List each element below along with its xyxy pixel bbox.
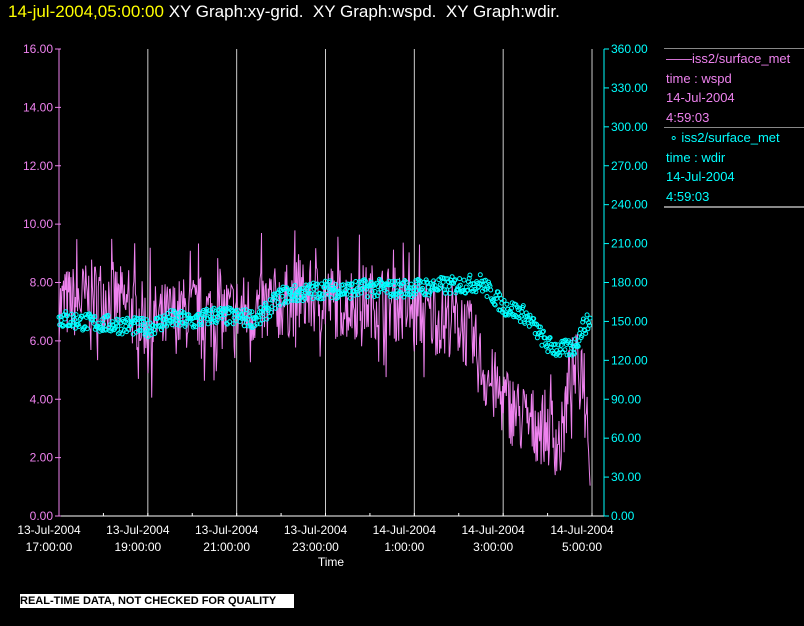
legend-divider xyxy=(664,206,804,208)
y-right-tick-label: 360.00 xyxy=(611,42,648,56)
wdir-point xyxy=(534,335,540,341)
wdir-point xyxy=(504,301,510,307)
legend-variable: time : wdir xyxy=(666,149,726,165)
wdir-point xyxy=(545,349,551,355)
x-axis-label: Time xyxy=(318,555,345,569)
x-tick-time: 23:00:00 xyxy=(292,540,339,554)
legend: ——iss2/surface_met time : wspd 14-Jul-20… xyxy=(664,48,804,208)
x-tick-date: 13-Jul-2004 xyxy=(195,523,259,537)
y-left-tick-label: 0.00 xyxy=(30,509,54,523)
y-right-tick-label: 120.00 xyxy=(611,353,648,367)
y-left-tick-label: 4.00 xyxy=(30,392,54,406)
y-right-tick-label: 270.00 xyxy=(611,159,648,173)
y-left-tick-label: 2.00 xyxy=(30,451,54,465)
wdir-point xyxy=(477,272,483,278)
wdir-point xyxy=(488,287,494,293)
wdir-point xyxy=(440,279,446,285)
legend-date: 14-Jul-2004 xyxy=(666,90,735,105)
y-left-tick-label: 16.00 xyxy=(23,42,53,56)
wspd-series-line xyxy=(58,230,591,486)
legend-name: iss2/surface_met xyxy=(692,51,791,66)
legend-entry-wdir: ∘ iss2/surface_met time : wdir 14-Jul-20… xyxy=(664,127,804,206)
x-tick-time: 19:00:00 xyxy=(114,540,161,554)
y-right-tick-label: 90.00 xyxy=(611,392,641,406)
x-tick-time: 17:00:00 xyxy=(26,540,73,554)
y-left-tick-label: 12.00 xyxy=(23,159,53,173)
y-left-tick-label: 14.00 xyxy=(23,100,53,114)
x-tick-date: 14-Jul-2004 xyxy=(550,523,614,537)
legend-variable: time : wspd xyxy=(666,70,732,86)
x-tick-date: 13-Jul-2004 xyxy=(106,523,170,537)
y-right-tick-label: 330.00 xyxy=(611,81,648,95)
x-tick-time: 21:00:00 xyxy=(203,540,250,554)
line-marker-icon: —— xyxy=(666,51,692,66)
y-right-tick-label: 60.00 xyxy=(611,431,641,445)
wdir-point xyxy=(267,313,273,319)
x-tick-date: 14-Jul-2004 xyxy=(373,523,437,537)
y-left-tick-label: 10.00 xyxy=(23,217,53,231)
legend-name: iss2/surface_met xyxy=(681,130,780,145)
x-tick-time: 3:00:00 xyxy=(473,540,513,554)
legend-time: 4:59:03 xyxy=(666,109,710,125)
circle-marker-icon: ∘ xyxy=(669,130,682,145)
y-right-tick-label: 150.00 xyxy=(611,314,648,328)
y-left-tick-label: 6.00 xyxy=(30,334,54,348)
y-left-tick-label: 8.00 xyxy=(30,276,54,290)
wdir-point xyxy=(457,276,463,282)
y-right-tick-label: 180.00 xyxy=(611,276,648,290)
y-right-tick-label: 210.00 xyxy=(611,237,648,251)
wdir-point xyxy=(519,309,525,315)
y-right-tick-label: 30.00 xyxy=(611,470,641,484)
wdir-point xyxy=(484,294,490,299)
wdir-point xyxy=(285,295,291,301)
wdir-point xyxy=(587,315,593,321)
legend-time: 4:59:03 xyxy=(666,188,710,204)
y-right-tick-label: 0.00 xyxy=(611,509,635,523)
x-tick-date: 14-Jul-2004 xyxy=(461,523,525,537)
x-tick-date: 13-Jul-2004 xyxy=(17,523,81,537)
wdir-point xyxy=(461,277,467,283)
x-tick-date: 13-Jul-2004 xyxy=(284,523,348,537)
x-tick-time: 5:00:00 xyxy=(562,540,602,554)
x-tick-time: 1:00:00 xyxy=(384,540,424,554)
y-right-tick-label: 300.00 xyxy=(611,120,648,134)
quality-warning: REAL-TIME DATA, NOT CHECKED FOR QUALITY xyxy=(20,594,295,608)
legend-entry-wspd: ——iss2/surface_met time : wspd 14-Jul-20… xyxy=(664,48,804,127)
y-right-tick-label: 240.00 xyxy=(611,198,648,212)
legend-date: 14-Jul-2004 xyxy=(666,169,735,184)
